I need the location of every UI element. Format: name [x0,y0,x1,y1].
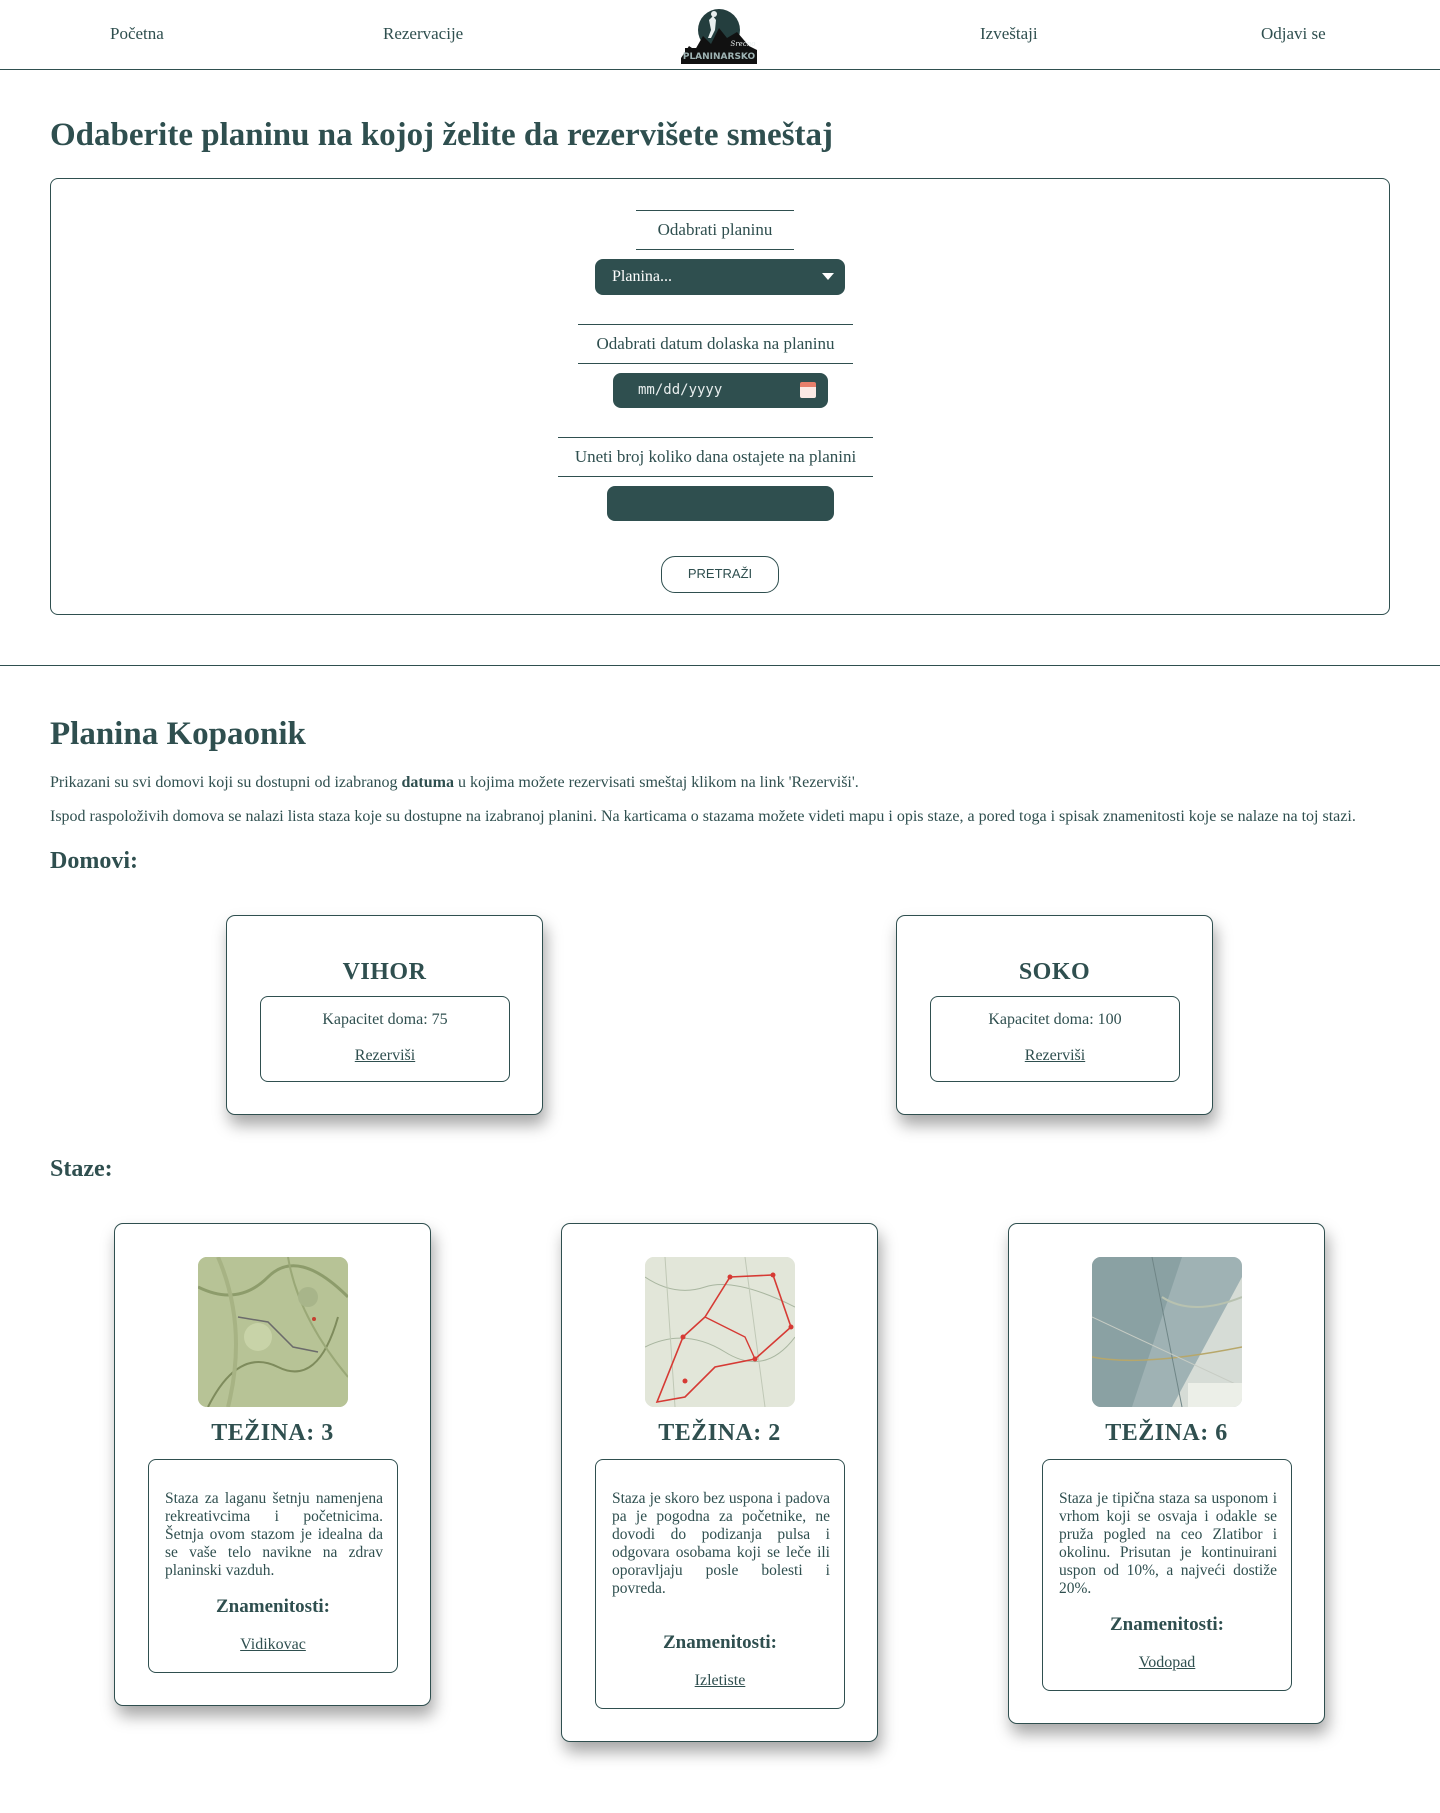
trail-info-box: Staza za laganu šetnju namenjena rekreat… [148,1459,398,1673]
nav-home-link[interactable]: Početna [110,24,164,44]
home-card: SOKO Kapacitet doma: 100 Rezerviši [896,915,1213,1115]
date-label: Odabrati datum dolaska na planinu [578,324,853,364]
home-info-box: Kapacitet doma: 100 Rezerviši [930,996,1180,1082]
trail-map-image[interactable] [198,1257,348,1407]
nav-reservations-link[interactable]: Rezervacije [383,24,463,44]
chevron-down-icon [822,273,834,280]
trail-difficulty: TEŽINA: 3 [211,1420,334,1446]
homes-heading: Domovi: [50,848,138,874]
mountain-select-value: Planina... [612,268,672,285]
trail-description: Staza je skoro bez uspona i padova pa je… [612,1490,830,1597]
planinarsko-logo[interactable]: PLANINARSKO Srećno [681,6,757,64]
search-button[interactable]: PRETRAŽI [661,556,779,593]
trail-description: Staza je tipična staza sa usponom i vrho… [1059,1490,1277,1597]
home-name: SOKO [1018,959,1091,985]
intro-paragraph-1: Prikazani su svi domovi koji su dostupni… [50,774,859,791]
trail-difficulty: TEŽINA: 6 [1105,1420,1228,1446]
top-navigation: Početna Rezervacije PLANINARSKO Srećno I… [0,0,1440,70]
landmarks-heading: Znamenitosti: [1110,1614,1224,1635]
landmarks-heading: Znamenitosti: [663,1632,777,1653]
days-label: Uneti broj koliko dana ostajete na plani… [558,437,873,477]
trail-card: TEŽINA: 6 Staza je tipična staza sa uspo… [1008,1223,1325,1724]
landmark-link[interactable]: Izletiste [596,1672,844,1690]
home-card: VIHOR Kapacitet doma: 75 Rezerviši [226,915,543,1115]
nav-logout-link[interactable]: Odjavi se [1261,24,1326,44]
mountain-title: Planina Kopaonik [50,716,306,752]
section-divider [0,665,1440,666]
trail-map-image[interactable] [645,1257,795,1407]
date-input[interactable]: mm/dd/yyyy [613,373,828,408]
landmarks-heading: Znamenitosti: [216,1596,330,1617]
mountain-select[interactable]: Planina... [595,259,845,295]
nav-reports-link[interactable]: Izveštaji [980,24,1038,44]
svg-text:Srećno: Srećno [731,40,756,48]
reserve-link[interactable]: Rezerviši [931,1047,1179,1065]
days-input[interactable] [607,486,834,521]
intro-bold-word: datuma [401,774,454,791]
home-name: VIHOR [342,959,427,985]
trail-card: TEŽINA: 2 Staza je skoro bez uspona i pa… [561,1223,878,1742]
search-form: Odabrati planinu Planina... Odabrati dat… [50,178,1390,615]
date-placeholder: mm/dd/yyyy [638,382,723,398]
page-title: Odaberite planinu na kojoj želite da rez… [50,117,834,153]
home-info-box: Kapacitet doma: 75 Rezerviši [260,996,510,1082]
trail-info-box: Staza je tipična staza sa usponom i vrho… [1042,1459,1292,1691]
landmark-link[interactable]: Vidikovac [149,1636,397,1654]
intro-paragraph-2: Ispod raspoloživih domova se nalazi list… [50,808,1356,825]
trails-heading: Staze: [50,1156,113,1182]
reserve-link[interactable]: Rezerviši [261,1047,509,1065]
trail-info-box: Staza je skoro bez uspona i padova pa je… [595,1459,845,1709]
home-capacity: Kapacitet doma: 100 [988,1011,1122,1028]
trail-difficulty: TEŽINA: 2 [658,1420,781,1446]
home-capacity: Kapacitet doma: 75 [322,1011,448,1028]
landmark-link[interactable]: Vodopad [1043,1654,1291,1672]
calendar-icon[interactable] [800,382,816,398]
svg-text:PLANINARSKO: PLANINARSKO [683,52,756,62]
trail-map-image[interactable] [1092,1257,1242,1407]
mountain-label: Odabrati planinu [636,210,794,250]
trail-description: Staza za laganu šetnju namenjena rekreat… [165,1490,383,1579]
trail-card: TEŽINA: 3 Staza za laganu šetnju namenje… [114,1223,431,1706]
